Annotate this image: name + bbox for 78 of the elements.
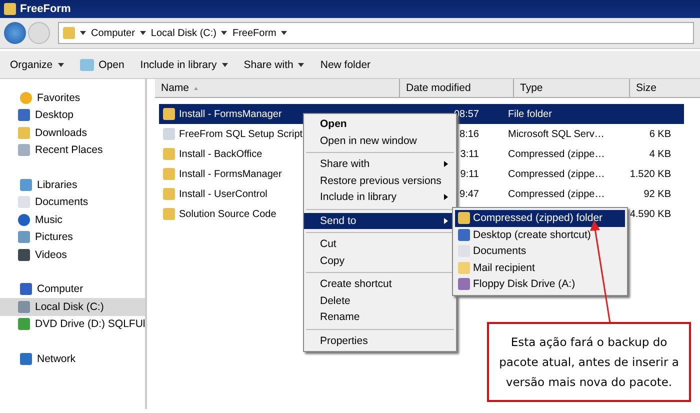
address-bar[interactable]: Computer Local Disk (C:) FreeForm	[58, 22, 694, 44]
menu-item[interactable]: Delete	[304, 292, 456, 309]
date-cell: 9:47	[460, 188, 479, 200]
menu-item[interactable]: Open	[304, 116, 456, 132]
file-name[interactable]: Install - UserControl	[179, 188, 268, 200]
toolbar-button[interactable]: Include in library	[136, 56, 232, 74]
toolbar-button[interactable]: New folder	[316, 56, 375, 74]
column-header[interactable]: Date modified	[400, 79, 514, 97]
window-title: FreeForm	[20, 3, 71, 15]
size-cell: 92 KB	[644, 188, 671, 200]
breadcrumb-item[interactable]: FreeForm	[232, 28, 276, 38]
menu-item[interactable]: Create shortcut	[304, 276, 456, 292]
submenu-arrow-icon	[444, 218, 448, 224]
caret-icon[interactable]	[140, 31, 146, 35]
callout-note: Esta ação fará o backup do pacote atual, antes de inserir a versão mais nova do pacote.	[487, 322, 691, 402]
column-header[interactable]: Size	[630, 79, 700, 97]
menu-item[interactable]: Desktop (create shortcut)	[455, 226, 625, 243]
sidebar-item[interactable]: Videos	[0, 246, 145, 264]
sidebar-item[interactable]: Local Disk (C:)	[0, 298, 145, 316]
date-cell: 9:11	[460, 168, 479, 180]
type-cell: Microsoft SQL Serv…	[508, 128, 604, 140]
caret-icon[interactable]	[281, 31, 288, 35]
sort-indicator-icon	[194, 86, 198, 90]
menu-item[interactable]: Restore previous versions	[304, 172, 456, 189]
sidebar-item[interactable]: Desktop	[0, 106, 145, 124]
sidebar-group[interactable]: Computer	[0, 280, 145, 298]
size-cell: 4.590 KB	[630, 208, 671, 220]
toolbar-button[interactable]: Organize	[6, 56, 68, 74]
caret-icon[interactable]	[80, 31, 86, 35]
caret-icon[interactable]	[221, 31, 228, 35]
toolbar-button[interactable]: Share with	[240, 56, 308, 74]
sidebar-item[interactable]: Downloads	[0, 124, 145, 142]
menu-item[interactable]: Compressed (zipped) folder	[455, 210, 625, 226]
sidebar-group[interactable]: Favorites	[0, 89, 145, 106]
sidebar-item[interactable]: Recent Places	[0, 142, 145, 159]
type-cell: File folder	[508, 108, 552, 120]
caret-icon	[222, 62, 228, 66]
type-cell: Compressed (zippe…	[508, 148, 605, 160]
toolbar-button[interactable]: Open	[76, 56, 128, 74]
sidebar-item[interactable]: Documents	[0, 194, 145, 211]
caret-icon	[298, 62, 304, 66]
column-header[interactable]: Name	[155, 79, 400, 97]
file-name[interactable]: Install - BackOffice	[179, 148, 262, 160]
size-cell: 6 KB	[649, 128, 671, 140]
type-cell: Compressed (zippe…	[508, 188, 605, 200]
menu-item[interactable]: Properties	[304, 332, 456, 349]
caret-icon	[58, 62, 64, 66]
type-cell: Compressed (zippe…	[508, 168, 605, 180]
menu-item[interactable]: Share with	[304, 156, 456, 172]
menu-item[interactable]: Copy	[304, 252, 456, 269]
menu-item[interactable]: Documents	[455, 243, 625, 260]
sidebar-item[interactable]: DVD Drive (D:) SQLFUl	[0, 316, 145, 333]
back-button[interactable]	[4, 22, 26, 44]
sidebar-group[interactable]: Libraries	[0, 176, 145, 194]
submenu-arrow-icon	[444, 194, 448, 200]
breadcrumb-item[interactable]: Local Disk (C:)	[150, 28, 216, 38]
menu-item[interactable]: Mail recipient	[455, 260, 625, 276]
size-cell: 4 KB	[649, 148, 671, 160]
menu-item[interactable]: Include in library	[304, 189, 456, 206]
column-header[interactable]: Type	[514, 79, 630, 97]
sidebar-item[interactable]: Music	[0, 211, 145, 228]
breadcrumb-item[interactable]: Computer	[91, 28, 135, 38]
size-cell: 1.520 KB	[630, 168, 671, 180]
sidebar-group[interactable]: Network	[0, 350, 145, 368]
date-cell: 3:11	[460, 148, 479, 160]
file-name[interactable]: Solution Source Code	[179, 208, 276, 220]
submenu-arrow-icon	[444, 161, 448, 168]
menu-item[interactable]: Rename	[304, 309, 456, 326]
file-name[interactable]: Install - FormsManager	[179, 168, 282, 180]
date-cell: 8:16	[460, 128, 479, 140]
menu-item[interactable]: Floppy Disk Drive (A:)	[455, 276, 625, 292]
file-name[interactable]: Install - FormsManager	[179, 108, 282, 120]
menu-item[interactable]: Cut	[304, 236, 456, 252]
menu-item[interactable]: Open in new window	[304, 132, 456, 149]
folder-icon	[4, 3, 16, 15]
file-name[interactable]: FreeFrom SQL Setup Script	[179, 128, 303, 140]
sidebar-item[interactable]: Pictures	[0, 228, 145, 246]
folder-icon	[63, 27, 75, 39]
